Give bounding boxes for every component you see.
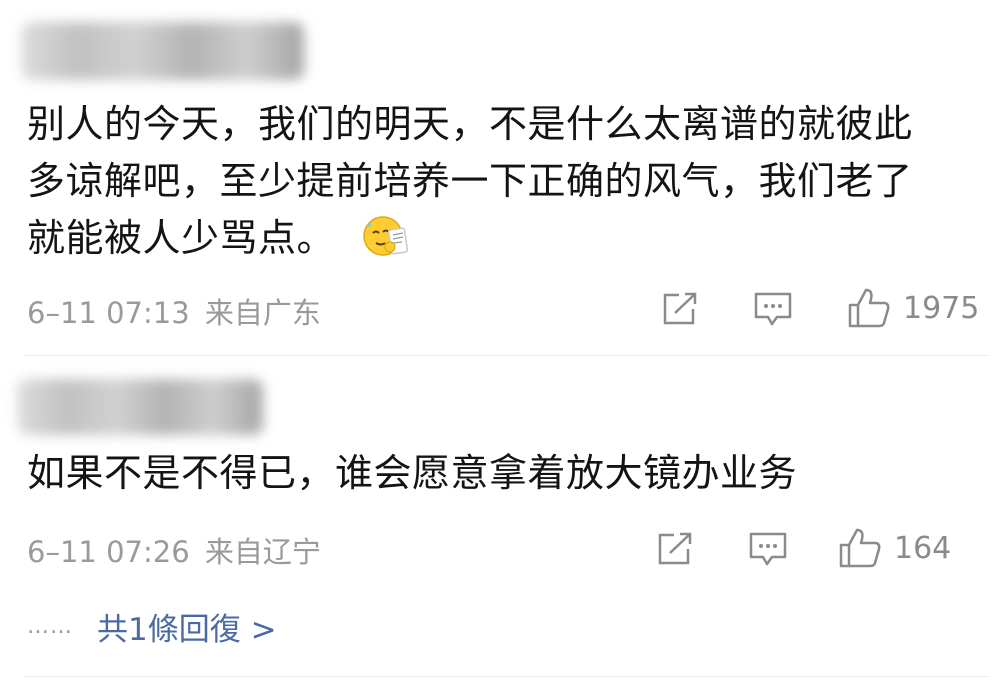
comment-location: 来自广东 xyxy=(204,296,321,330)
blurred-username[interactable] xyxy=(18,379,263,435)
thumbs-up-icon xyxy=(839,528,881,568)
share-icon xyxy=(658,532,692,565)
share-icon xyxy=(663,292,697,325)
reply-button[interactable] xyxy=(753,291,793,327)
like-count: 1975 xyxy=(903,290,980,326)
view-replies-link[interactable]: 共1條回復 > xyxy=(97,604,277,649)
comment-meta: 6–11 07:13 来自广东 xyxy=(27,290,327,330)
comment-location: 来自辽宁 xyxy=(204,535,321,569)
like-button[interactable]: 1975 xyxy=(847,287,979,329)
comment-time: 6–11 07:13 xyxy=(27,296,190,330)
comment-text-line-1: 别人的今天，我们的明天，不是什么太离谱的就彼此 xyxy=(27,102,913,146)
like-button[interactable]: 164 xyxy=(838,527,951,569)
comment-meta: 6–11 07:26 来自辽宁 xyxy=(27,529,327,569)
comment-icon xyxy=(749,532,787,566)
like-count: 164 xyxy=(894,530,952,566)
comment-text-line-3-text: 就能被人少骂点。 xyxy=(27,216,336,260)
comment-time: 6–11 07:26 xyxy=(27,535,190,569)
comment-text: 别人的今天，我们的明天，不是什么太离谱的就彼此 多谅解吧，至少提前培养一下正确的… xyxy=(27,96,980,267)
blurred-username[interactable] xyxy=(22,22,304,80)
sweat-card-emoji-icon xyxy=(361,211,411,261)
comment-text: 如果不是不得已，谁会愿意拿着放大镜办业务 xyxy=(27,445,980,502)
replies-row: …… 共1條回復 > xyxy=(27,604,277,649)
comment-icon xyxy=(754,292,792,326)
comment-text-line-3: 就能被人少骂点。 xyxy=(27,210,980,267)
comment-text-line-2: 多谅解吧，至少提前培养一下正确的风气，我们老了 xyxy=(27,159,913,203)
share-button[interactable] xyxy=(656,531,694,567)
comment-text-line-1: 如果不是不得已，谁会愿意拿着放大镜办业务 xyxy=(27,451,798,495)
replies-dots: …… xyxy=(27,614,73,639)
thumbs-up-icon xyxy=(848,288,890,328)
share-button[interactable] xyxy=(661,291,699,327)
divider xyxy=(25,355,990,356)
divider xyxy=(25,676,990,677)
comment-1: 别人的今天，我们的明天，不是什么太离谱的就彼此 多谅解吧，至少提前培养一下正确的… xyxy=(0,0,1000,356)
reply-button[interactable] xyxy=(748,531,788,567)
comment-2: 如果不是不得已，谁会愿意拿着放大镜办业务 6–11 07:26 来自辽宁 164… xyxy=(0,357,1000,681)
